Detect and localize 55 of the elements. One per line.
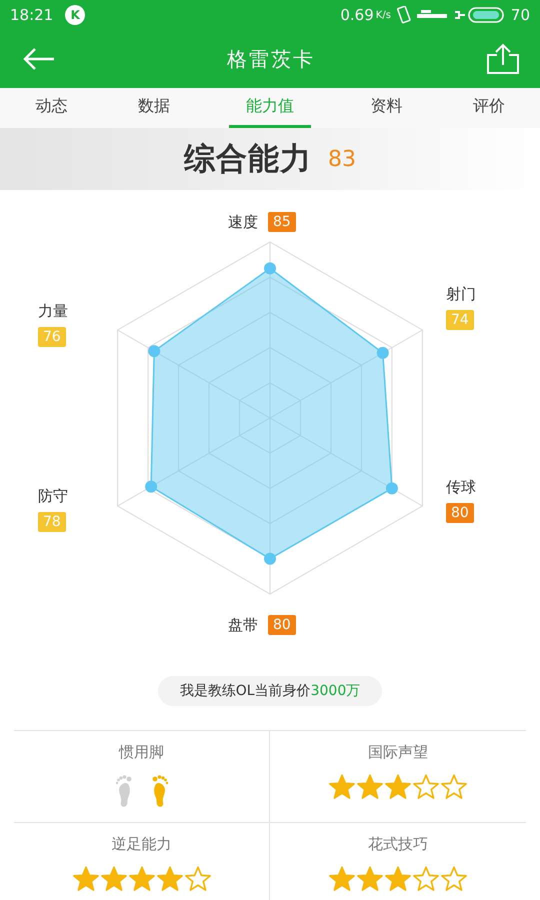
app-badge: K <box>65 5 86 25</box>
phone-icon <box>396 6 411 24</box>
attribute-name: 传球 <box>446 478 476 497</box>
tab[interactable]: 资料 <box>335 88 438 128</box>
share-icon[interactable] <box>486 43 520 75</box>
star-icon <box>357 774 383 800</box>
data-point <box>376 346 389 359</box>
attribute-name: 射门 <box>446 285 476 304</box>
trait-label: 花式技巧 <box>368 835 428 854</box>
data-point <box>386 482 398 494</box>
data-point <box>145 480 158 493</box>
data-point <box>264 552 276 565</box>
battery-level: 70 <box>510 6 530 24</box>
trait-label: 惯用脚 <box>119 743 164 762</box>
star-icon <box>413 866 439 892</box>
attribute-score: 80 <box>268 615 296 635</box>
star-icon <box>357 866 383 892</box>
data-point <box>148 345 160 358</box>
back-icon[interactable] <box>22 47 56 71</box>
tab[interactable]: 动态 <box>0 88 102 128</box>
star-icon <box>184 866 210 892</box>
attribute-name: 盘带 <box>228 616 258 634</box>
star-icon <box>413 774 439 800</box>
star-icon <box>385 866 411 892</box>
star-icon <box>100 866 126 892</box>
star-icon <box>128 866 154 892</box>
attribute-name: 防守 <box>38 487 68 506</box>
attribute-score: 76 <box>38 327 66 347</box>
overall-score: 83 <box>328 146 356 172</box>
attribute-score: 78 <box>38 512 66 532</box>
tab[interactable]: 评价 <box>438 88 540 128</box>
clock: 18:21 <box>10 6 54 24</box>
star-icon <box>329 866 355 892</box>
tab[interactable]: 数据 <box>102 88 205 128</box>
star-icon <box>72 866 98 892</box>
star-icon <box>441 866 467 892</box>
star-icon <box>329 774 355 800</box>
star-icon <box>385 774 411 800</box>
star-icon <box>156 866 182 892</box>
speed-unit: K/s <box>376 10 391 20</box>
page-title: 格雷茨卡 <box>227 46 315 72</box>
attribute-name: 力量 <box>38 302 68 321</box>
attribute-name: 速度 <box>228 212 258 232</box>
trait-label: 国际声望 <box>368 743 428 762</box>
network-speed: 0.69 <box>340 6 374 24</box>
overall-label: 综合能力 <box>184 140 312 179</box>
attribute-score: 85 <box>268 212 296 232</box>
star-icon <box>441 774 467 800</box>
attribute-score: 74 <box>446 310 474 330</box>
market-value-text: 我是教练OL当前身价3000万 <box>180 683 360 699</box>
trait-label: 逆足能力 <box>112 835 172 854</box>
battery-icon <box>452 6 505 24</box>
attribute-score: 80 <box>446 503 474 523</box>
signal-icon <box>416 9 447 21</box>
data-point <box>264 262 276 274</box>
